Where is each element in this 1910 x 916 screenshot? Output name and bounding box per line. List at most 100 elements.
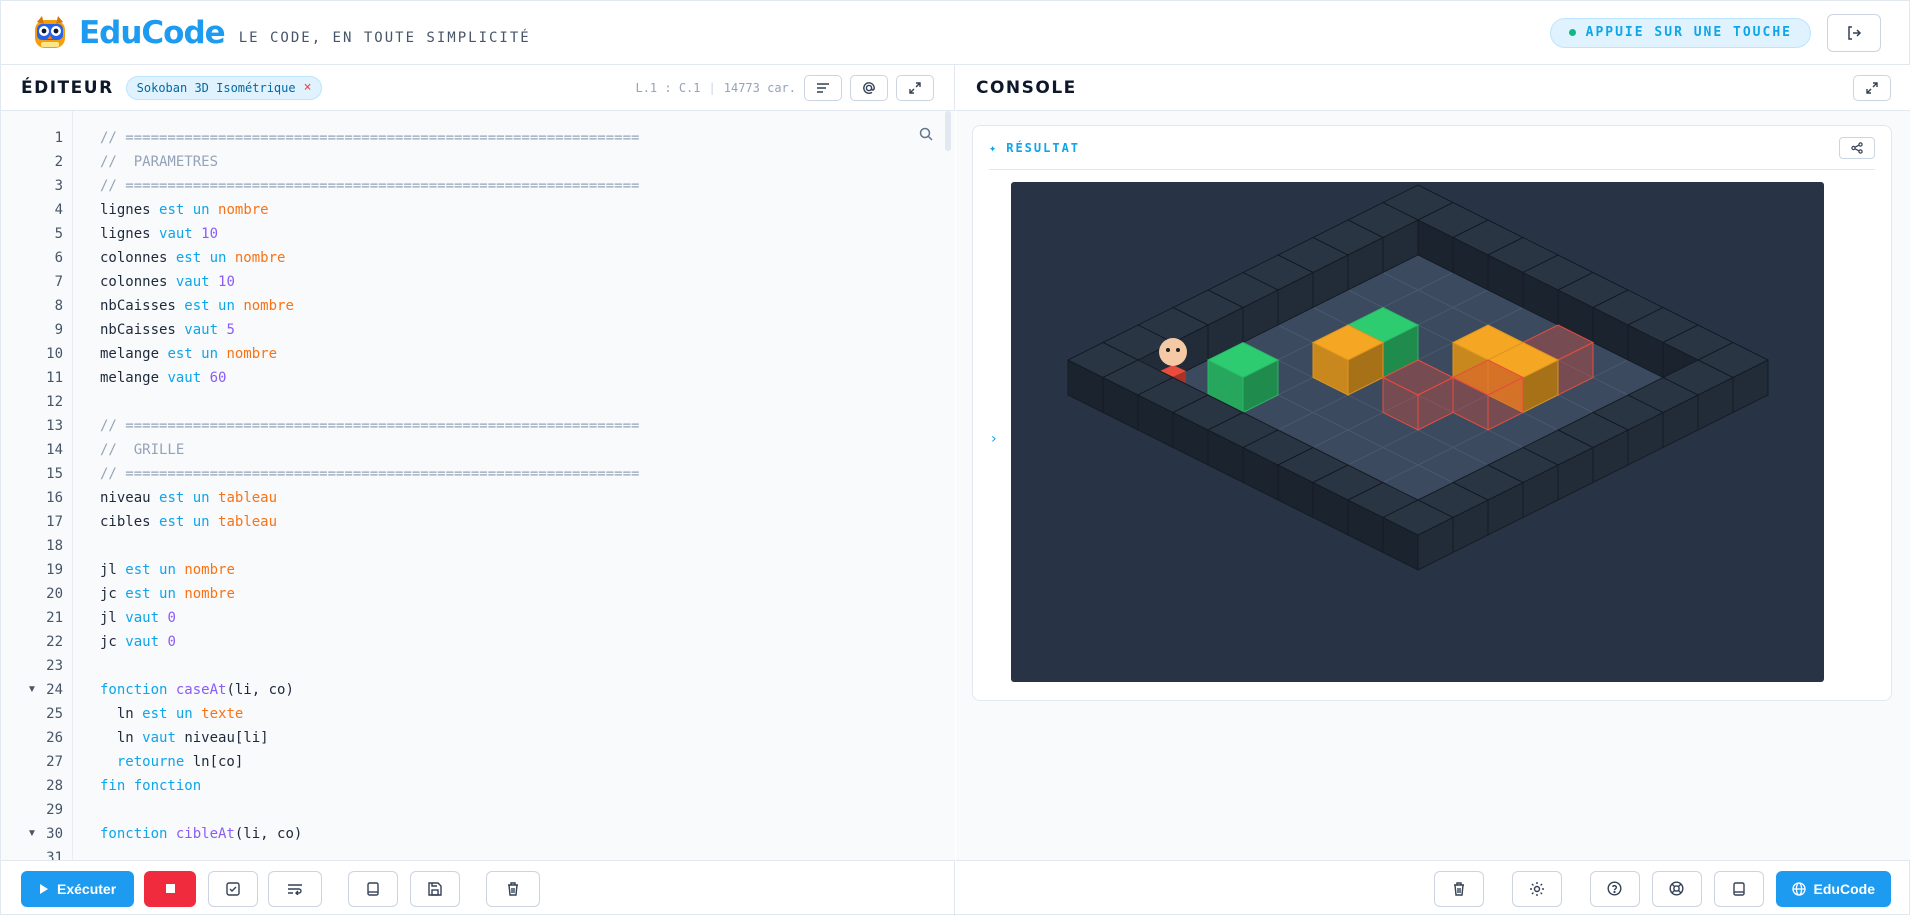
mention-button[interactable]	[850, 74, 888, 101]
sokoban-scene	[1066, 184, 1770, 571]
line-number: 7	[54, 274, 63, 290]
educode-site-button[interactable]: EduCode	[1775, 870, 1891, 907]
code-line: ln vaut niveau[li]	[100, 730, 269, 746]
code-line: // PARAMETRES	[100, 154, 219, 170]
close-file-icon[interactable]: ×	[304, 80, 312, 95]
play-icon	[40, 883, 48, 894]
gear-icon	[1529, 881, 1544, 896]
app-window: EduCode LE CODE, EN TOUTE SIMPLICITÉ APP…	[0, 0, 1910, 916]
key-prompt-label: APPUIE SUR UNE TOUCHE	[1585, 25, 1792, 40]
console-toolbar: EduCode	[956, 860, 1910, 916]
result-heading: ✦ RÉSULTAT	[989, 141, 1080, 155]
line-number: 10	[46, 346, 63, 362]
logout-icon	[1848, 25, 1862, 40]
expand-icon	[909, 81, 921, 94]
brand-name: EduCode	[79, 14, 226, 51]
result-label: RÉSULTAT	[1006, 140, 1081, 155]
clear-console-button[interactable]	[1433, 870, 1484, 907]
save-button[interactable]	[410, 870, 461, 907]
line-number: 6	[54, 250, 63, 266]
line-number: 25	[46, 706, 63, 722]
format-button[interactable]	[804, 74, 842, 101]
code-line: // =====================================…	[100, 178, 640, 194]
stop-icon	[165, 884, 175, 893]
wrap-text-icon	[288, 883, 303, 895]
char-count: 14773 car.	[723, 80, 796, 95]
help-button[interactable]	[1589, 870, 1640, 907]
share-icon	[1851, 141, 1863, 154]
editor-toolbar: Exécuter	[1, 860, 955, 916]
code-line: fonction cibleAt(li, co)	[100, 826, 303, 842]
line-number: 13	[46, 418, 63, 434]
line-number: 17	[46, 514, 63, 530]
code-line: fonction caseAt(li, co)	[100, 682, 294, 698]
book-icon	[1732, 881, 1745, 896]
educode-label: EduCode	[1813, 880, 1875, 897]
file-tab[interactable]: Sokoban 3D Isométrique ×	[125, 75, 323, 100]
sparkle-icon: ✦	[989, 140, 999, 155]
settings-button[interactable]	[1511, 870, 1562, 907]
trash-icon	[1453, 881, 1464, 896]
line-number: 26	[46, 730, 63, 746]
book-icon	[367, 881, 379, 896]
game-canvas[interactable]	[1011, 182, 1824, 682]
line-number: 5	[54, 226, 63, 242]
cursor-position: L.1 : C.1	[635, 80, 701, 95]
line-number: 31	[46, 850, 63, 860]
logout-button[interactable]	[1827, 13, 1881, 52]
tagline: LE CODE, EN TOUTE SIMPLICITÉ	[238, 29, 531, 46]
line-number: 28	[46, 778, 63, 794]
stop-button[interactable]	[144, 870, 197, 907]
share-button[interactable]	[1839, 136, 1875, 159]
trash-icon	[508, 881, 519, 896]
fold-toggle-icon[interactable]: ▼	[27, 822, 39, 846]
code-line: // =====================================…	[100, 466, 640, 482]
run-label: Exécuter	[57, 880, 117, 897]
code-editor[interactable]: 1 2 3 4 5 6 7 8 9 10 11 12 13 14 15 16 17 18 19 20 21 22 23 24 ▼…	[1, 111, 955, 860]
line-number: 14	[46, 442, 63, 458]
expand-icon	[1866, 81, 1878, 94]
line-number: 21	[46, 610, 63, 626]
console-title: CONSOLE	[976, 77, 1077, 98]
align-left-icon	[817, 82, 829, 93]
run-button[interactable]: Exécuter	[21, 870, 135, 907]
code-line: jc vaut 0	[100, 634, 176, 650]
docs-button[interactable]	[1713, 870, 1764, 907]
line-number: 4	[54, 202, 63, 218]
line-number: 2	[54, 154, 63, 170]
code-line: // =====================================…	[100, 130, 640, 146]
lifebuoy-icon	[1669, 881, 1684, 896]
docs-button[interactable]	[348, 870, 399, 907]
file-tab-label: Sokoban 3D Isométrique	[136, 80, 296, 95]
check-button[interactable]	[208, 870, 259, 907]
console-panel: CONSOLE ✦ RÉSULTAT ›	[956, 65, 1910, 860]
status-dot-icon	[1568, 29, 1576, 36]
code-line: jl vaut 0	[100, 610, 176, 626]
line-number: 22	[46, 634, 63, 650]
code-line: colonnes vaut 10	[100, 274, 235, 290]
app-header: EduCode LE CODE, EN TOUTE SIMPLICITÉ APP…	[1, 1, 1910, 65]
help-circle-icon	[1607, 881, 1622, 896]
wrap-button[interactable]	[268, 870, 323, 907]
support-button[interactable]	[1651, 870, 1702, 907]
expand-editor-button[interactable]	[896, 74, 934, 101]
editor-scrollbar[interactable]	[945, 111, 951, 151]
line-number: 1	[54, 130, 63, 146]
editor-panel: ÉDITEUR Sokoban 3D Isométrique × L.1 : C…	[1, 65, 955, 860]
code-line: // =====================================…	[100, 418, 640, 434]
fold-toggle-icon[interactable]: ▼	[27, 678, 39, 702]
code-line: melange est un nombre	[100, 346, 278, 362]
console-header: CONSOLE	[956, 65, 1910, 111]
line-number: 12	[46, 394, 63, 410]
code-content[interactable]: // =====================================…	[73, 111, 953, 860]
clear-editor-button[interactable]	[486, 870, 541, 907]
code-line: nbCaisses vaut 5	[100, 322, 235, 338]
code-line: ln est un texte	[100, 706, 244, 722]
expand-console-button[interactable]	[1853, 74, 1891, 101]
console-toggle-chevron-icon[interactable]: ›	[991, 431, 997, 447]
line-number: 9	[54, 322, 63, 338]
code-line: jl est un nombre	[100, 562, 235, 578]
editor-title: ÉDITEUR	[21, 77, 114, 98]
code-line: colonnes est un nombre	[100, 250, 286, 266]
search-icon[interactable]	[919, 127, 933, 141]
